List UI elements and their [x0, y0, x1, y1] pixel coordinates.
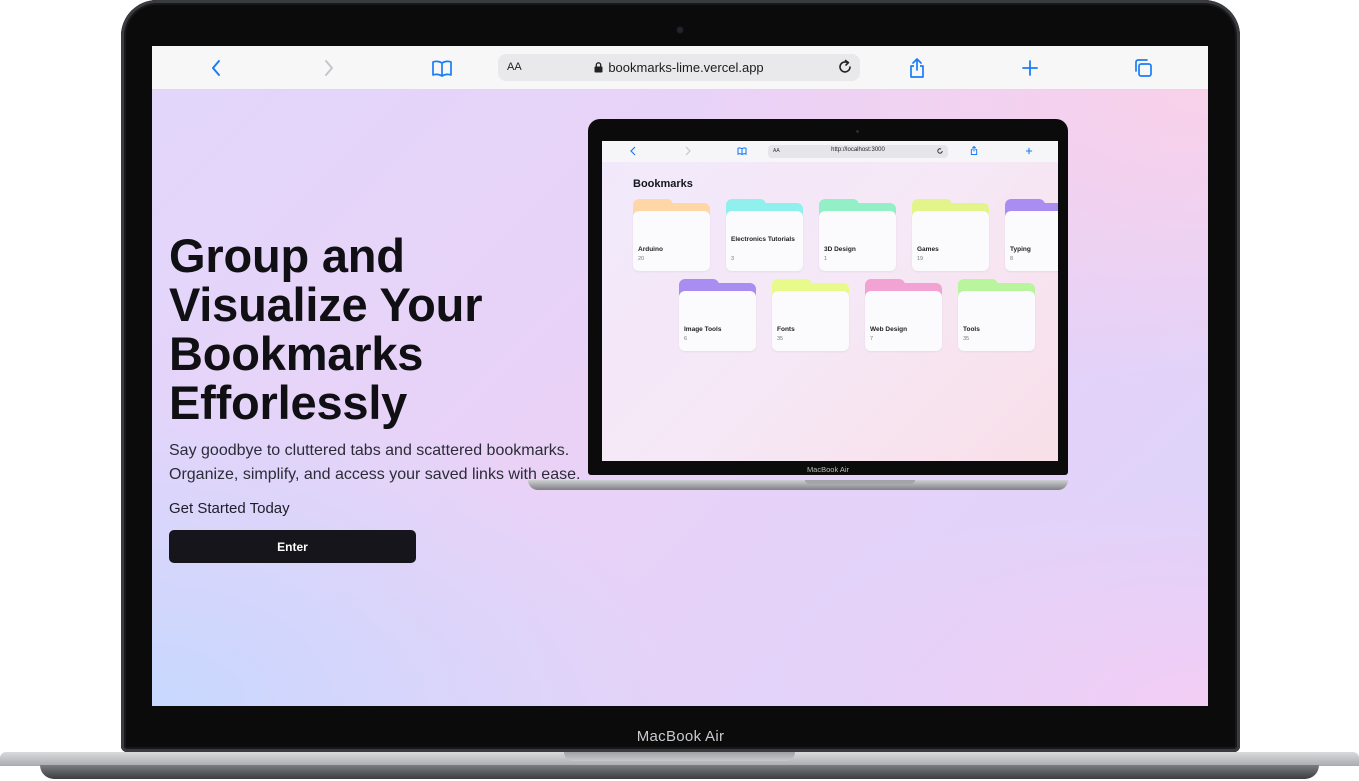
- folder-count: 1: [824, 256, 828, 262]
- folder-name: Typing: [1010, 246, 1031, 253]
- preview-page: Bookmarks Arduino 20 Electronics Tutorials…: [602, 162, 1058, 461]
- hero-subtitle-line: Say goodbye to cluttered tabs and scatte…: [169, 442, 570, 459]
- new-tab-icon[interactable]: [1018, 56, 1042, 80]
- preview-folder: Typing 8: [1005, 199, 1058, 271]
- folder-name: Image Tools: [684, 326, 722, 333]
- preview-folder: Games 19: [912, 199, 989, 271]
- folder-name: 3D Design: [824, 246, 856, 253]
- folder-name: Tools: [963, 326, 980, 333]
- back-icon[interactable]: [204, 56, 228, 80]
- preview-folder: Tools 35: [958, 279, 1035, 351]
- preview-laptop-base: [528, 480, 1068, 490]
- folder-count: 19: [917, 256, 924, 262]
- folder-count: 20: [638, 256, 645, 262]
- preview-folder: Electronics Tutorials 3: [726, 199, 803, 271]
- cta-label: Get Started Today: [169, 500, 290, 517]
- preview-camera-icon: [856, 130, 859, 133]
- hinge-notch: [564, 752, 795, 761]
- folder-count: 3: [731, 256, 735, 262]
- preview-screen: AA http://localhost:3000 Bookmarks Ardui…: [602, 141, 1058, 461]
- preview-folder: Image Tools 6: [679, 279, 756, 351]
- preview-forward-icon: [685, 146, 691, 156]
- preview-bookmarks-icon: [737, 147, 747, 155]
- folder-name: Games: [917, 246, 939, 253]
- reload-icon[interactable]: [836, 58, 854, 81]
- preview-reload-icon: [937, 148, 943, 154]
- enter-button[interactable]: Enter: [169, 530, 416, 563]
- preview-new-tab-icon: [1025, 147, 1033, 155]
- bookmarks-icon[interactable]: [430, 56, 454, 80]
- folder-count: 35: [963, 336, 970, 342]
- folder-name: Web Design: [870, 326, 908, 333]
- share-icon[interactable]: [905, 56, 929, 80]
- preview-back-icon: [630, 146, 636, 156]
- device-label: MacBook Air: [636, 728, 725, 745]
- camera-icon: [677, 27, 683, 33]
- address-bar[interactable]: AA bookmarks-lime.vercel.app: [498, 54, 860, 81]
- laptop-base: [0, 748, 1359, 781]
- preview-folder: Arduino 20: [633, 199, 710, 271]
- preview-share-icon: [970, 145, 978, 155]
- browser-toolbar: AA bookmarks-lime.vercel.app: [152, 46, 1208, 90]
- preview-address-bar: AA http://localhost:3000: [768, 145, 948, 158]
- folder-count: 6: [684, 336, 688, 342]
- tabs-icon[interactable]: [1131, 56, 1155, 80]
- preview-folder: Web Design 7: [865, 279, 942, 351]
- lock-icon: [594, 62, 603, 73]
- preview-hinge-notch: [805, 480, 915, 484]
- folder-name: Arduino: [638, 246, 663, 253]
- preview-folder: Fonts 35: [772, 279, 849, 351]
- forward-icon[interactable]: [317, 56, 341, 80]
- preview-page-title: Bookmarks: [633, 178, 693, 190]
- folder-name: Fonts: [777, 326, 795, 333]
- url-text: bookmarks-lime.vercel.app: [608, 60, 764, 75]
- folder-count: 7: [870, 336, 874, 342]
- preview-url-text: http://localhost:3000: [831, 147, 885, 153]
- preview-toolbar: AA http://localhost:3000: [602, 141, 1058, 163]
- preview-folder: 3D Design 1: [819, 199, 896, 271]
- folder-count: 8: [1010, 256, 1014, 262]
- folder-count: 35: [777, 336, 784, 342]
- folder-name: Electronics Tutorials: [731, 236, 795, 243]
- preview-device-label: MacBook Air: [806, 465, 850, 474]
